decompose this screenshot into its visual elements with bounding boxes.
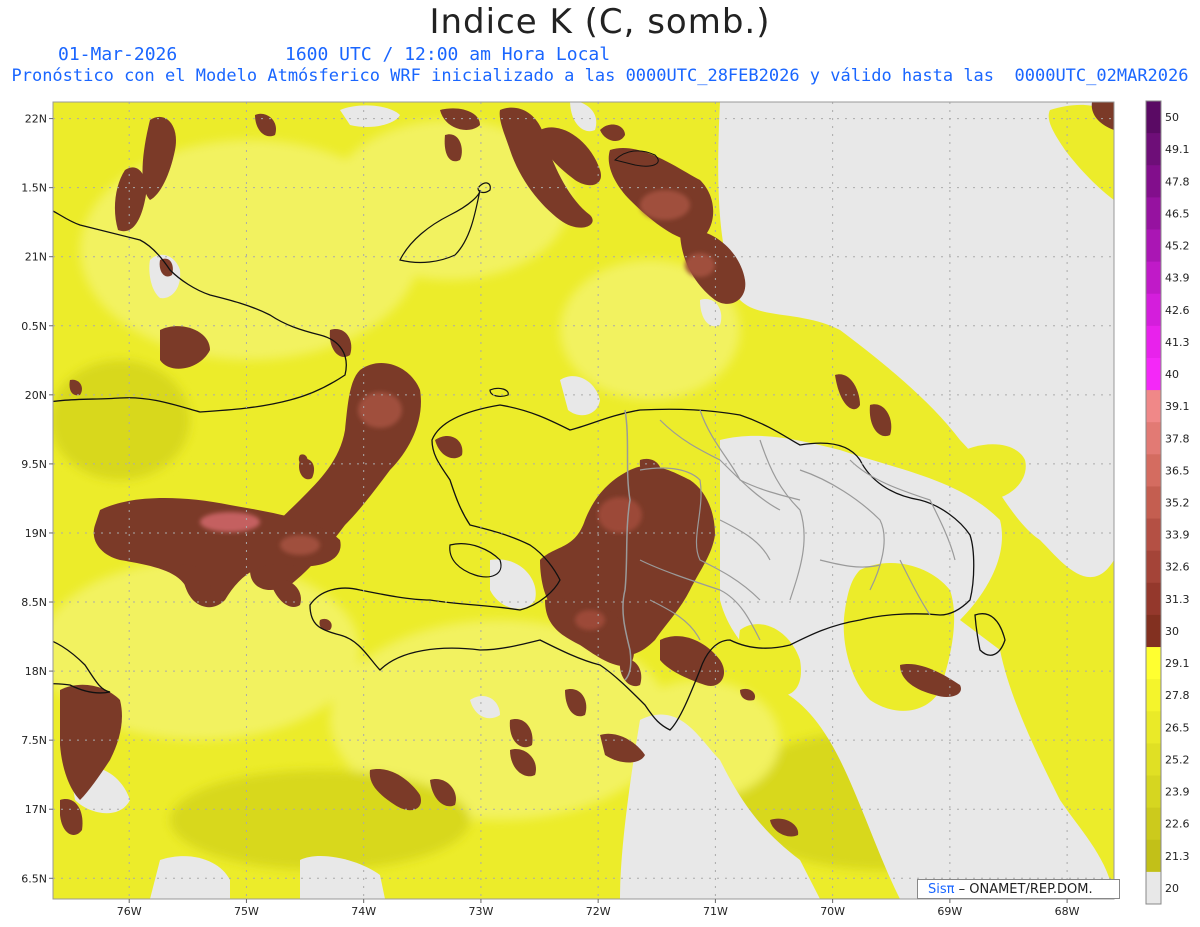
legend-swatch — [1146, 775, 1161, 809]
legend-swatch — [1146, 743, 1161, 777]
legend-label: 47.8 — [1165, 175, 1190, 188]
legend-swatch — [1146, 807, 1161, 841]
legend-swatch — [1146, 647, 1161, 680]
legend-label: 33.9 — [1165, 529, 1190, 542]
legend-swatch — [1146, 454, 1161, 487]
legend-swatch — [1146, 711, 1161, 744]
lat-label: 9.5N — [21, 458, 47, 471]
legend-swatch — [1146, 518, 1161, 552]
lon-label: 74W — [351, 905, 376, 918]
lon-label: 70W — [820, 905, 845, 918]
lat-label: 1.5N — [21, 182, 47, 195]
k-index-map: 22N 1.5N 21N 0.5N 20N 9.5N 19N 8.5N 18N 7.5N 17N 6.… — [21, 100, 1190, 918]
legend-swatch — [1146, 133, 1161, 166]
legend-swatch — [1146, 357, 1161, 391]
legend-label: 31.3 — [1165, 593, 1190, 606]
lat-label: 17N — [25, 803, 47, 816]
legend-swatch — [1146, 293, 1161, 327]
lon-label: 75W — [234, 905, 259, 918]
legend-label: 27.8 — [1165, 689, 1190, 702]
legend-label: 23.9 — [1165, 786, 1190, 799]
legend-label: 40 — [1165, 368, 1179, 381]
legend-label: 46.5 — [1165, 207, 1190, 220]
legend-swatch — [1146, 871, 1161, 905]
latitude-labels: 22N 1.5N 21N 0.5N 20N 9.5N 19N 8.5N 18N 7.5N 17N 6.… — [21, 113, 53, 885]
lat-label: 22N — [25, 113, 47, 126]
field-layer — [53, 102, 1114, 899]
lon-label: 69W — [937, 905, 962, 918]
legend-swatch — [1146, 261, 1161, 295]
lon-label: 73W — [468, 905, 493, 918]
legend-label: 21.3 — [1165, 850, 1190, 863]
legend-swatch — [1146, 614, 1161, 648]
legend-label: 32.6 — [1165, 561, 1190, 574]
credit-text: – ONAMET/REP.DOM. — [954, 882, 1093, 897]
longitude-labels: 76W 75W 74W 73W 72W 71W 70W 69W 68W — [117, 899, 1080, 918]
lon-label: 68W — [1055, 905, 1080, 918]
legend-swatch — [1146, 550, 1161, 584]
legend-swatch — [1146, 325, 1161, 359]
legend-swatch — [1146, 486, 1161, 520]
color-legend: 50 49.1 47.8 46.5 45.2 43.9 42.6 41.3 40 39.1 37.8… — [1145, 100, 1190, 905]
legend-label: 49.1 — [1165, 143, 1190, 156]
legend-swatch — [1146, 582, 1161, 616]
credit-box: Sisπ – ONAMET/REP.DOM. — [917, 879, 1120, 899]
lat-label: 8.5N — [21, 596, 47, 609]
lat-label: 18N — [25, 665, 47, 678]
legend-label: 36.5 — [1165, 464, 1190, 477]
legend-label: 42.6 — [1165, 304, 1190, 317]
legend-label: 30 — [1165, 625, 1179, 638]
lat-label: 21N — [25, 251, 47, 264]
legend-label: 39.1 — [1165, 400, 1190, 413]
legend-swatch — [1146, 197, 1161, 230]
legend-swatch — [1146, 165, 1161, 198]
lat-label: 0.5N — [21, 320, 47, 333]
legend-label: 25.2 — [1165, 753, 1190, 766]
legend-label: 35.2 — [1165, 497, 1190, 510]
legend-label: 22.6 — [1165, 818, 1190, 831]
credit-brand: Sisπ — [928, 882, 955, 897]
legend-label: 50 — [1165, 111, 1179, 124]
legend-swatch — [1146, 679, 1161, 712]
legend-label: 43.9 — [1165, 272, 1190, 285]
legend-swatch — [1146, 422, 1161, 455]
legend-swatch — [1146, 839, 1161, 873]
legend-swatch — [1146, 390, 1161, 423]
legend-label: 37.8 — [1165, 432, 1190, 445]
lat-label: 19N — [25, 527, 47, 540]
legend-swatch — [1146, 101, 1161, 134]
lon-label: 71W — [703, 905, 728, 918]
legend-label: 20 — [1165, 882, 1179, 895]
lon-label: 72W — [586, 905, 611, 918]
legend-swatch — [1146, 229, 1161, 263]
legend-label: 26.5 — [1165, 721, 1190, 734]
lon-label: 76W — [117, 905, 142, 918]
lat-label: 7.5N — [21, 734, 47, 747]
legend-label: 41.3 — [1165, 336, 1190, 349]
lat-label: 6.5N — [21, 872, 47, 885]
legend-label: 45.2 — [1165, 240, 1190, 253]
lat-label: 20N — [25, 389, 47, 402]
legend-label: 29.1 — [1165, 657, 1190, 670]
